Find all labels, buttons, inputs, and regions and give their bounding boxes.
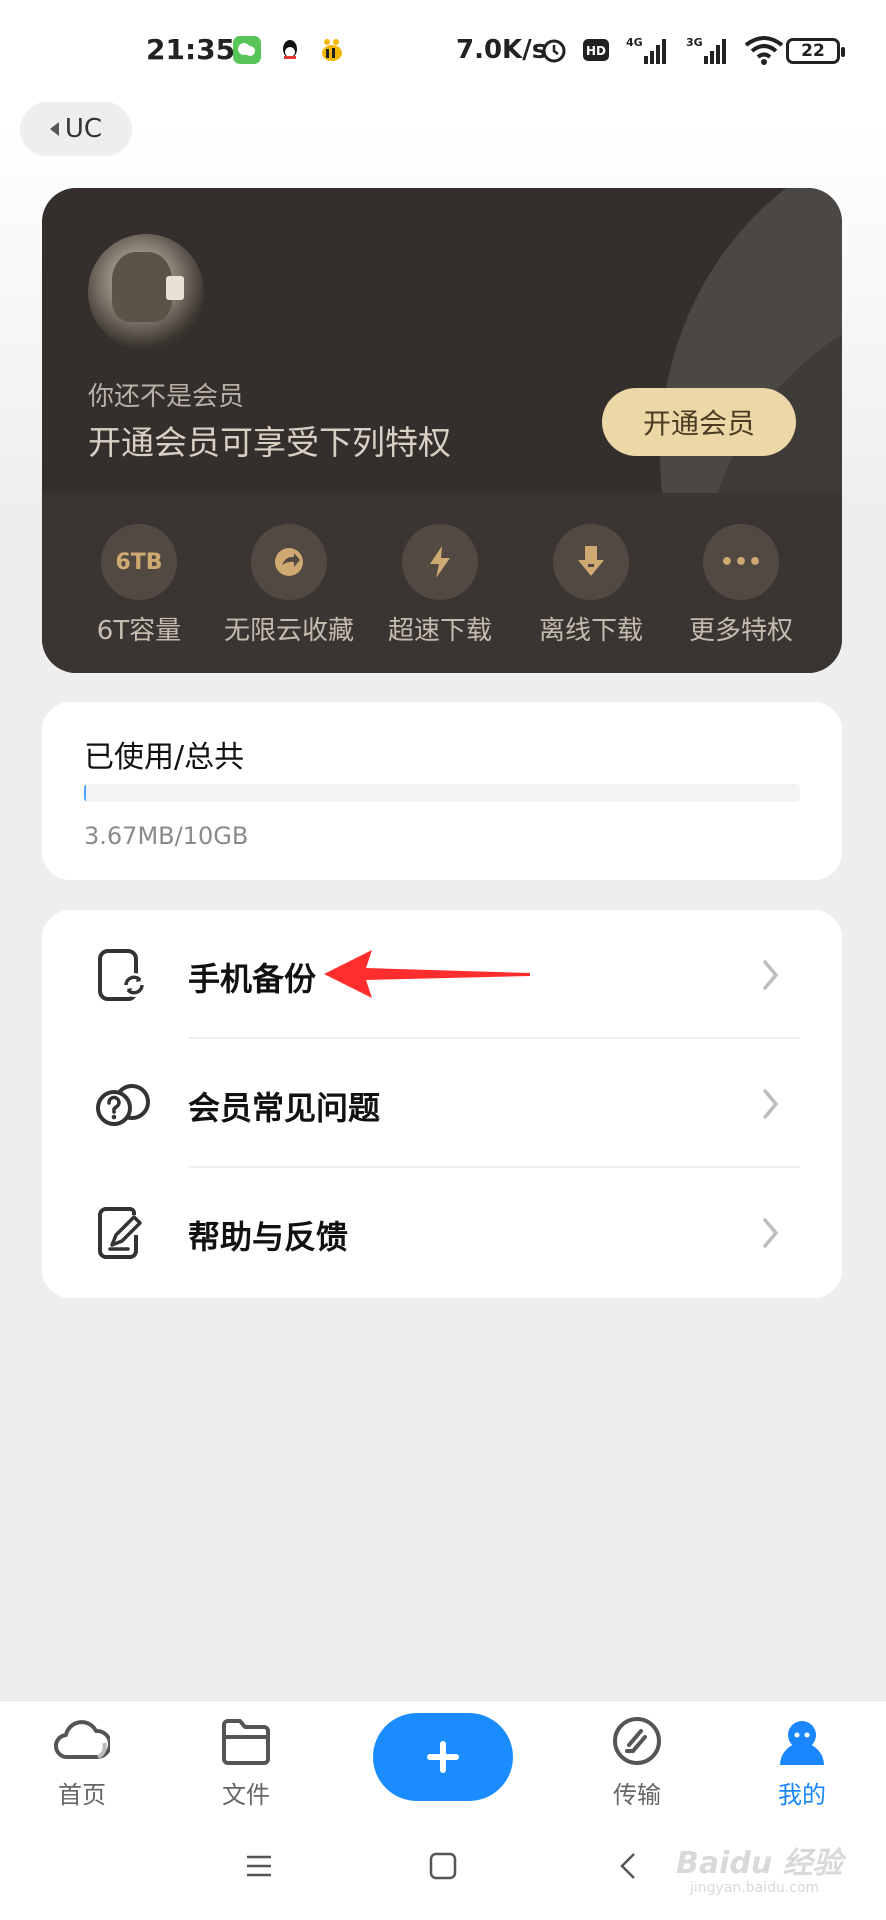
bottom-nav: 首页 文件 传输 我的 bbox=[0, 1700, 886, 1812]
back-to-uc-button[interactable]: UC bbox=[20, 102, 132, 156]
home-square-icon[interactable] bbox=[425, 1848, 461, 1884]
folder-icon bbox=[222, 1719, 270, 1765]
menu-item-label: 手机备份 bbox=[188, 960, 317, 998]
avatar[interactable] bbox=[88, 234, 204, 350]
nav-home[interactable]: 首页 bbox=[22, 1715, 142, 1810]
svg-text:3G: 3G bbox=[686, 36, 703, 49]
chevron-right-icon bbox=[763, 960, 779, 990]
member-card: 你还不是会员 开通会员可享受下列特权 开通会员 6TB 6T容量 无限云收藏 超… bbox=[42, 188, 842, 673]
perk-label: 更多特权 bbox=[688, 616, 793, 646]
alarm-icon bbox=[542, 39, 566, 63]
member-status-text: 你还不是会员 bbox=[88, 382, 245, 412]
storage-progress-fill bbox=[84, 784, 86, 802]
back-label: UC bbox=[64, 114, 103, 144]
profile-icon bbox=[780, 1721, 824, 1765]
battery-indicator: 22 bbox=[786, 38, 845, 64]
battery-level: 22 bbox=[801, 41, 825, 61]
qq-icon bbox=[276, 36, 304, 64]
wifi-icon bbox=[744, 36, 784, 65]
signal-3g-icon: 3G bbox=[686, 36, 726, 64]
phone-backup-icon bbox=[98, 949, 146, 1001]
nav-label: 首页 bbox=[58, 1781, 106, 1809]
storage-progress-bar bbox=[84, 784, 800, 802]
menu-item-label: 帮助与反馈 bbox=[188, 1218, 349, 1256]
member-slogan: 开通会员可享受下列特权 bbox=[88, 423, 451, 462]
svg-text:4G: 4G bbox=[626, 36, 643, 49]
perk-cloud-collect[interactable]: 无限云收藏 bbox=[214, 524, 364, 647]
perk-label: 6T容量 bbox=[96, 616, 182, 646]
perk-fast-download[interactable]: 超速下载 bbox=[365, 524, 515, 647]
status-time: 21:35 bbox=[146, 33, 236, 66]
signal-4g-icon: 4G bbox=[626, 36, 666, 64]
perk-label: 离线下载 bbox=[538, 616, 643, 646]
perk-more[interactable]: ••• 更多特权 bbox=[666, 524, 816, 647]
svg-text:HD: HD bbox=[586, 44, 606, 58]
network-speed: 7.0K/s bbox=[456, 35, 548, 65]
cloud-icon bbox=[53, 1720, 112, 1760]
bee-app-icon bbox=[318, 36, 346, 64]
status-bar: 21:35 7.0K/s HD 4G 3G 22 bbox=[0, 0, 886, 100]
nav-label: 文件 bbox=[222, 1781, 270, 1809]
share-arrow-icon bbox=[251, 524, 327, 600]
nav-mine[interactable]: 我的 bbox=[742, 1715, 862, 1810]
hd-icon: HD bbox=[583, 39, 609, 61]
lightning-icon bbox=[402, 524, 478, 600]
perk-label: 无限云收藏 bbox=[223, 616, 354, 646]
menu-lines-icon[interactable] bbox=[241, 1848, 277, 1884]
perk-offline-download[interactable]: 离线下载 bbox=[516, 524, 666, 647]
storage-usage-text: 3.67MB/10GB bbox=[84, 822, 249, 850]
red-annotation-arrow bbox=[324, 950, 530, 998]
perk-storage[interactable]: 6TB 6T容量 bbox=[64, 524, 214, 647]
add-button[interactable] bbox=[373, 1713, 513, 1801]
back-arrow-icon bbox=[49, 122, 59, 136]
menu-item-member-faq[interactable]: 会员常见问题 bbox=[42, 1039, 842, 1168]
faq-icon bbox=[96, 1084, 150, 1126]
menu-item-label: 会员常见问题 bbox=[188, 1089, 381, 1127]
nav-files[interactable]: 文件 bbox=[186, 1715, 306, 1810]
plus-icon bbox=[427, 1741, 459, 1773]
feedback-icon bbox=[98, 1207, 142, 1259]
watermark: Baidu 经验 bbox=[676, 1846, 843, 1881]
watermark-url: jingyan.baidu.com bbox=[690, 1880, 820, 1896]
storage-title: 已使用/总共 bbox=[84, 740, 245, 775]
status-icons: HD 4G 3G bbox=[540, 30, 784, 70]
storage-card: 已使用/总共 3.67MB/10GB bbox=[42, 702, 842, 880]
chevron-right-icon bbox=[763, 1089, 779, 1119]
open-membership-button[interactable]: 开通会员 bbox=[602, 388, 796, 456]
nav-label: 我的 bbox=[778, 1781, 826, 1809]
menu-item-help-feedback[interactable]: 帮助与反馈 bbox=[42, 1168, 842, 1297]
nav-label: 传输 bbox=[613, 1781, 661, 1809]
transfer-icon bbox=[613, 1717, 661, 1765]
chevron-right-icon bbox=[763, 1218, 779, 1248]
wechat-notif-icon bbox=[233, 36, 261, 64]
perk-label: 超速下载 bbox=[387, 616, 492, 646]
back-chevron-icon[interactable] bbox=[612, 1848, 648, 1884]
storage-6tb-icon: 6TB bbox=[101, 524, 177, 600]
more-dots-icon: ••• bbox=[703, 524, 779, 600]
download-arrow-icon bbox=[553, 524, 629, 600]
nav-transfer[interactable]: 传输 bbox=[577, 1715, 697, 1810]
